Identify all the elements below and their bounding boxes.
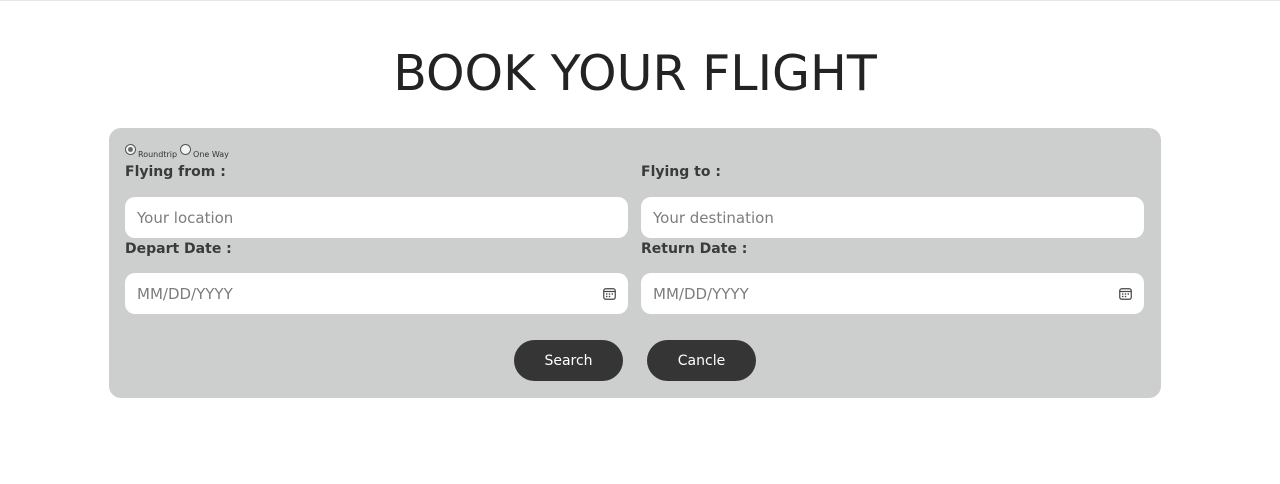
flying-to-input[interactable]: Your destination	[641, 197, 1144, 238]
return-date-input[interactable]: MM/DD/YYYY	[641, 273, 1144, 314]
trip-type-selector: Roundtrip One Way	[125, 144, 232, 160]
depart-date-placeholder: MM/DD/YYYY	[137, 284, 233, 303]
roundtrip-radio[interactable]	[125, 144, 136, 155]
cancel-button[interactable]: Cancle	[647, 340, 756, 381]
flying-from-placeholder: Your location	[137, 208, 234, 227]
top-divider	[0, 0, 1280, 1]
one-way-label[interactable]: One Way	[193, 150, 229, 160]
depart-date-input[interactable]: MM/DD/YYYY	[125, 273, 628, 314]
flying-to-placeholder: Your destination	[653, 208, 774, 227]
page-title: BOOK YOUR FLIGHT	[393, 45, 877, 102]
calendar-icon[interactable]	[1118, 287, 1132, 301]
one-way-radio[interactable]	[180, 144, 192, 155]
return-date-placeholder: MM/DD/YYYY	[653, 284, 749, 303]
depart-date-label: Depart Date :	[125, 241, 232, 257]
flying-from-label: Flying from :	[125, 164, 226, 180]
flying-to-label: Flying to :	[641, 164, 721, 180]
roundtrip-label[interactable]: Roundtrip	[138, 150, 177, 160]
search-button[interactable]: Search	[514, 340, 623, 381]
flying-from-input[interactable]: Your location	[125, 197, 628, 238]
return-date-label: Return Date :	[641, 241, 748, 257]
calendar-icon[interactable]	[602, 287, 616, 301]
flight-booking-form: Roundtrip One Way Flying from : Your loc…	[109, 128, 1161, 398]
